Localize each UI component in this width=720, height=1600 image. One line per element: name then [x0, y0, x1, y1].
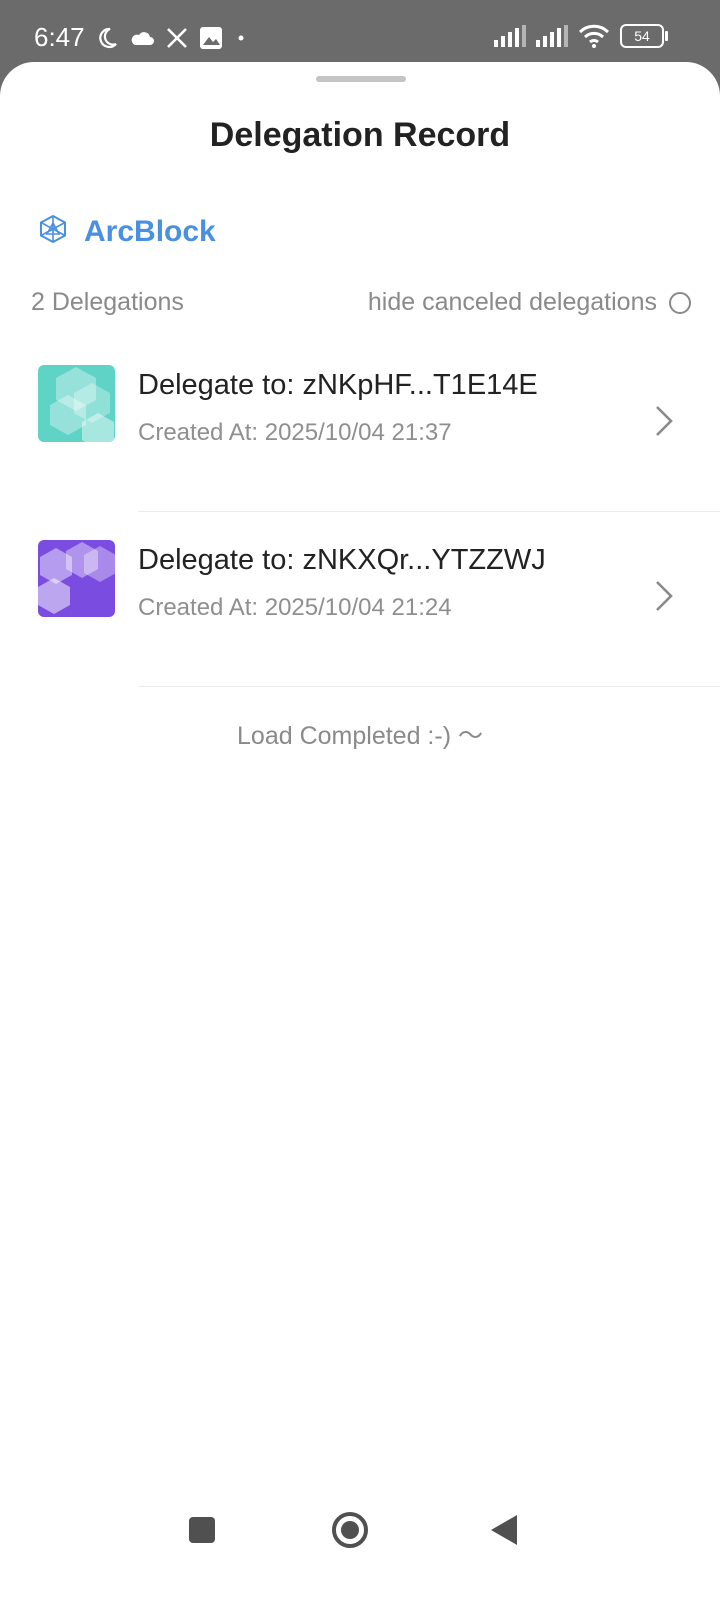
navigation-bar — [0, 1490, 720, 1570]
avatar — [38, 365, 115, 442]
delegation-list: Delegate to: zNKpHF...T1E14E Created At:… — [0, 337, 720, 687]
brand-name: ArcBlock — [84, 214, 216, 248]
delegation-created: Created At: 2025/10/04 21:24 — [138, 594, 452, 621]
delegation-created: Created At: 2025/10/04 21:37 — [138, 419, 452, 446]
radio-icon[interactable] — [669, 291, 691, 314]
cloud-icon — [129, 28, 155, 48]
delegation-title: Delegate to: zNKpHF...T1E14E — [138, 369, 538, 401]
delegation-item[interactable]: Delegate to: zNKpHF...T1E14E Created At:… — [0, 337, 720, 512]
back-triangle-icon[interactable] — [476, 1502, 532, 1558]
status-time: 6:47 — [34, 22, 85, 52]
divider — [138, 686, 720, 687]
recents-square-icon[interactable] — [174, 1502, 230, 1558]
status-left: 6:47 — [34, 22, 249, 53]
chevron-right-icon — [652, 578, 676, 614]
page-title: Delegation Record — [209, 116, 511, 154]
hide-canceled-label: hide canceled delegations — [367, 288, 657, 316]
arcblock-logo-icon — [38, 214, 68, 249]
chevron-right-icon — [652, 403, 676, 439]
signal-icon — [536, 25, 568, 47]
brand: ArcBlock — [38, 214, 216, 249]
delegation-item[interactable]: Delegate to: zNKXQr...YTZZWJ Created At:… — [0, 512, 720, 687]
status-right: 54 — [494, 24, 668, 48]
load-status: Load Completed :-) ～ — [237, 722, 483, 750]
dot-icon — [233, 30, 249, 46]
status-bar: 6:47 54 — [0, 0, 720, 62]
summary-row: 2 Delegations hide canceled delegations — [31, 288, 691, 328]
delegation-title: Delegate to: zNKXQr...YTZZWJ — [138, 544, 546, 576]
wifi-icon — [578, 24, 610, 48]
drag-handle[interactable] — [316, 76, 406, 82]
x-icon — [165, 26, 189, 50]
bottom-sheet: Delegation Record ArcBlock 2 Delegations… — [0, 62, 720, 1600]
signal-icon — [494, 25, 526, 47]
avatar — [38, 540, 115, 617]
battery-icon: 54 — [620, 24, 668, 48]
hide-canceled-toggle[interactable]: hide canceled delegations — [368, 288, 691, 317]
delegation-count: 2 Delegations — [31, 288, 184, 316]
home-circle-icon[interactable] — [322, 1502, 378, 1558]
moon-icon — [95, 26, 119, 50]
gallery-icon — [199, 26, 223, 50]
